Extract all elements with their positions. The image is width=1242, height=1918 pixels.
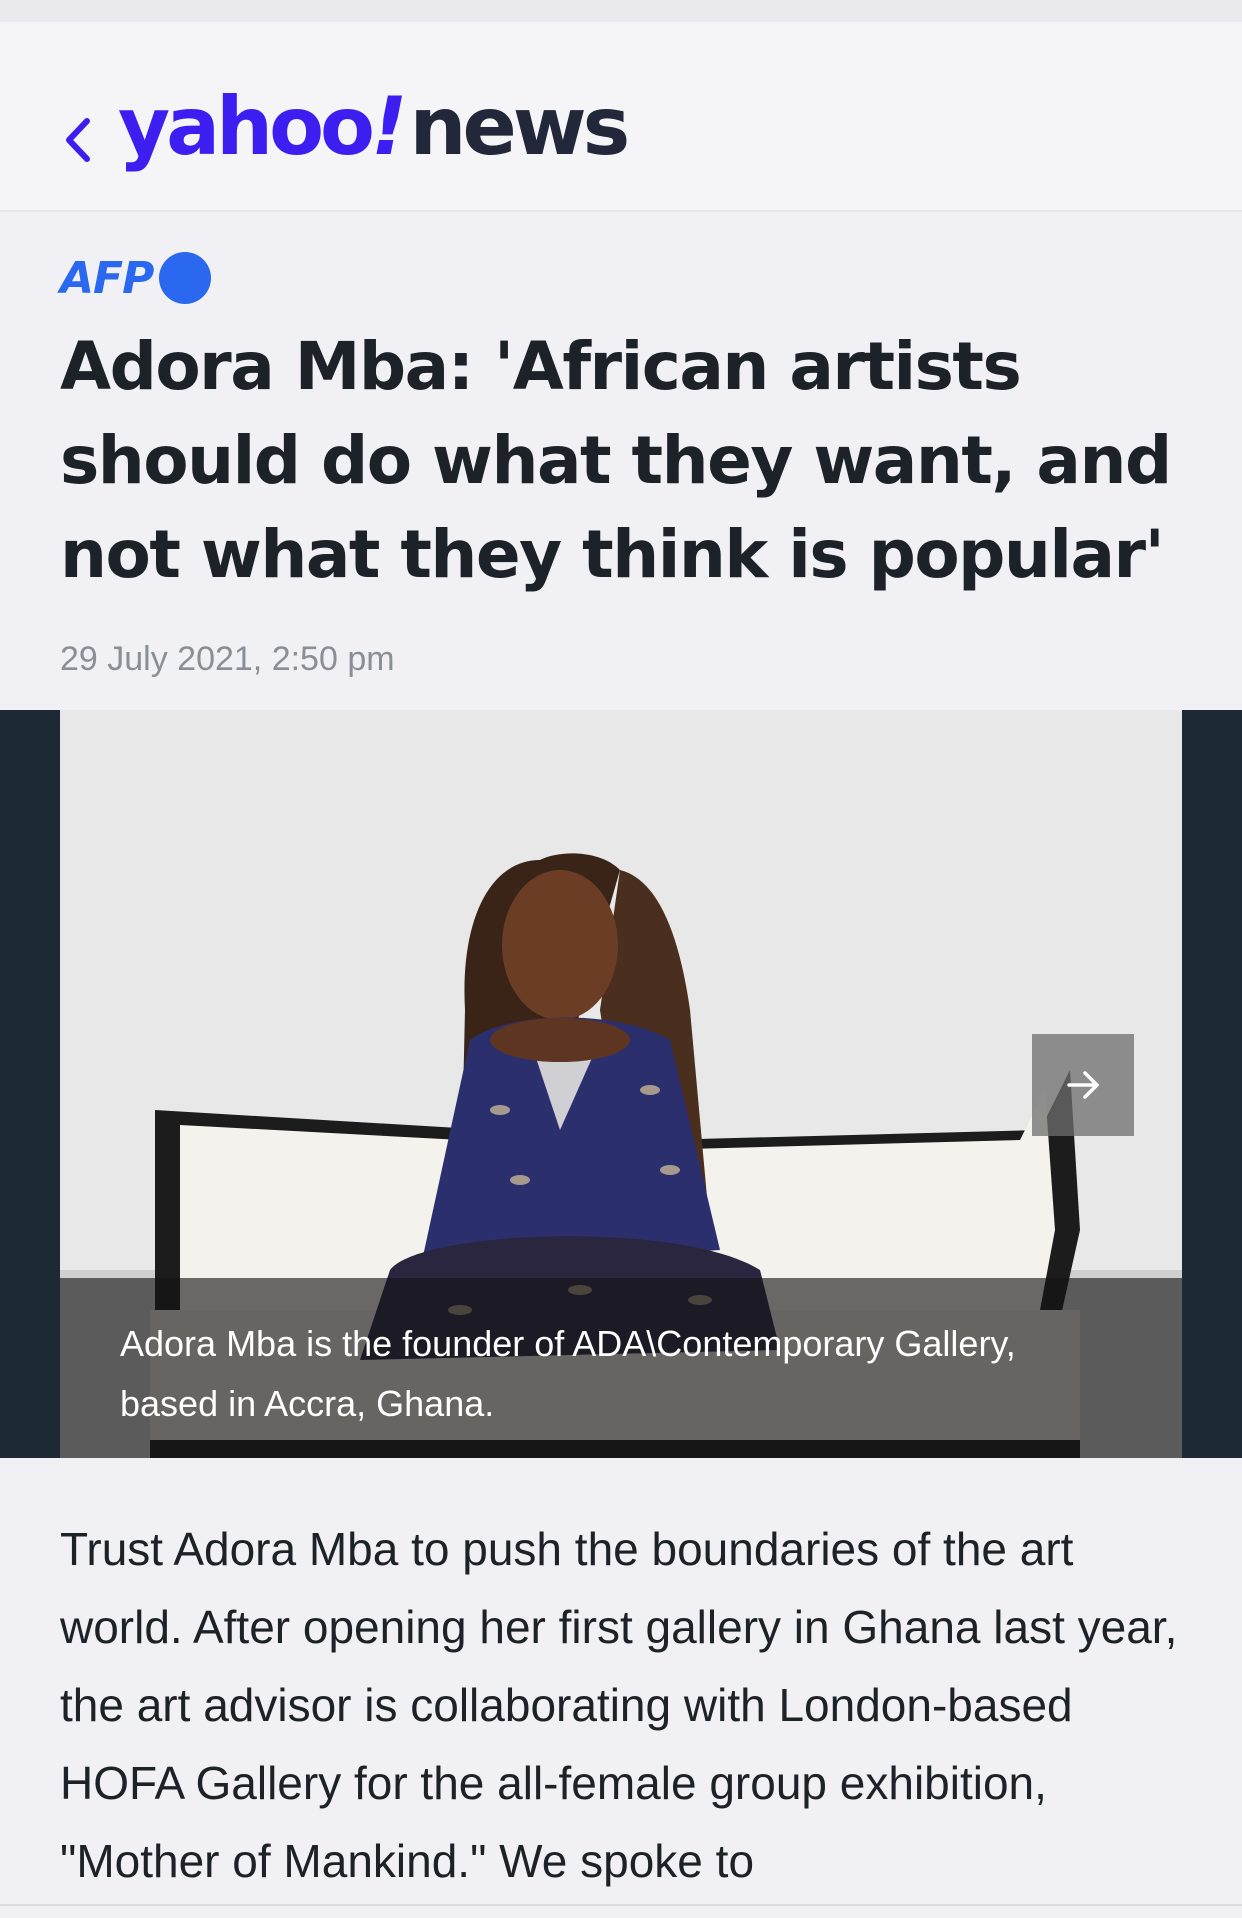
logo-bang: ! (371, 80, 408, 173)
logo-section: news (409, 80, 631, 173)
status-strip (0, 0, 1242, 22)
image-caption: Adora Mba is the founder of ADA\Contempo… (60, 1278, 1182, 1458)
provider-dot-icon (159, 252, 212, 304)
article-timestamp: 29 July 2021, 2:50 pm (60, 640, 395, 678)
next-image-button[interactable] (1032, 1034, 1134, 1136)
app-header: yahoo ! news (0, 22, 1242, 212)
divider (0, 1904, 1242, 1906)
article-headline: Adora Mba: 'African artists should do wh… (60, 328, 1172, 593)
yahoo-news-logo[interactable]: yahoo ! news (118, 80, 631, 180)
logo-brand: yahoo (118, 80, 375, 173)
back-button[interactable] (58, 112, 98, 168)
image-carousel: Adora Mba is the founder of ADA\Contempo… (0, 710, 1242, 1458)
provider-badge[interactable]: AFP (60, 248, 212, 308)
provider-name: AFP (60, 252, 154, 304)
article-body: Trust Adora Mba to push the boundaries o… (60, 1523, 1178, 1887)
arrow-right-icon (1067, 1071, 1099, 1099)
chevron-left-icon (66, 118, 90, 162)
article-photo[interactable]: Adora Mba is the founder of ADA\Contempo… (60, 710, 1182, 1458)
